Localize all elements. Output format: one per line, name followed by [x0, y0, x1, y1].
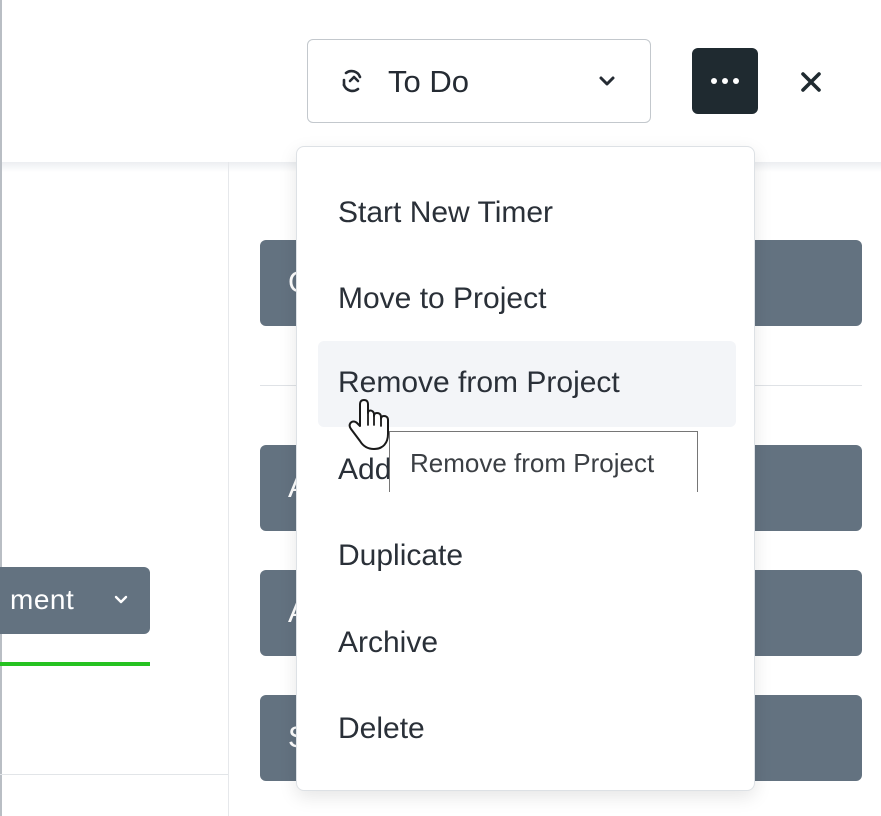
column-divider [228, 162, 229, 816]
left-divider [0, 774, 228, 775]
ellipsis-icon-dot [733, 78, 739, 84]
ellipsis-icon-dot [722, 78, 728, 84]
task-detail-page: To Do ment C A A S [0, 0, 881, 816]
assignment-button-label: ment [10, 584, 75, 615]
menu-item-label: Archive [338, 626, 439, 659]
menu-item-label: Move to Project [338, 282, 547, 315]
menu-item-delete[interactable]: Delete [318, 687, 736, 773]
menu-item-label: Delete [338, 712, 425, 745]
chevron-down-icon [599, 76, 615, 86]
assignment-dropdown-button[interactable]: ment [0, 567, 150, 634]
progress-indicator [0, 662, 150, 666]
more-options-button[interactable] [692, 48, 758, 114]
menu-item-label: Start New Timer [338, 196, 554, 229]
menu-item-move-to-project[interactable]: Move to Project [318, 257, 736, 343]
status-label: To Do [388, 64, 469, 99]
tooltip: Remove from Project [389, 431, 698, 492]
hand-cursor-icon [348, 399, 389, 450]
menu-item-label: Add [338, 453, 392, 486]
menu-item-duplicate[interactable]: Duplicate [318, 514, 736, 600]
status-dropdown[interactable]: To Do [307, 39, 651, 123]
cycle-icon [342, 69, 362, 93]
task-header: To Do [2, 0, 881, 162]
menu-item-archive[interactable]: Archive [318, 601, 736, 687]
chevron-down-icon [114, 595, 128, 604]
tooltip-text: Remove from Project [410, 448, 655, 478]
ellipsis-icon [711, 78, 717, 84]
menu-item-label: Duplicate [338, 539, 464, 572]
close-icon[interactable] [794, 65, 828, 99]
menu-item-start-new-timer[interactable]: Start New Timer [318, 171, 736, 257]
